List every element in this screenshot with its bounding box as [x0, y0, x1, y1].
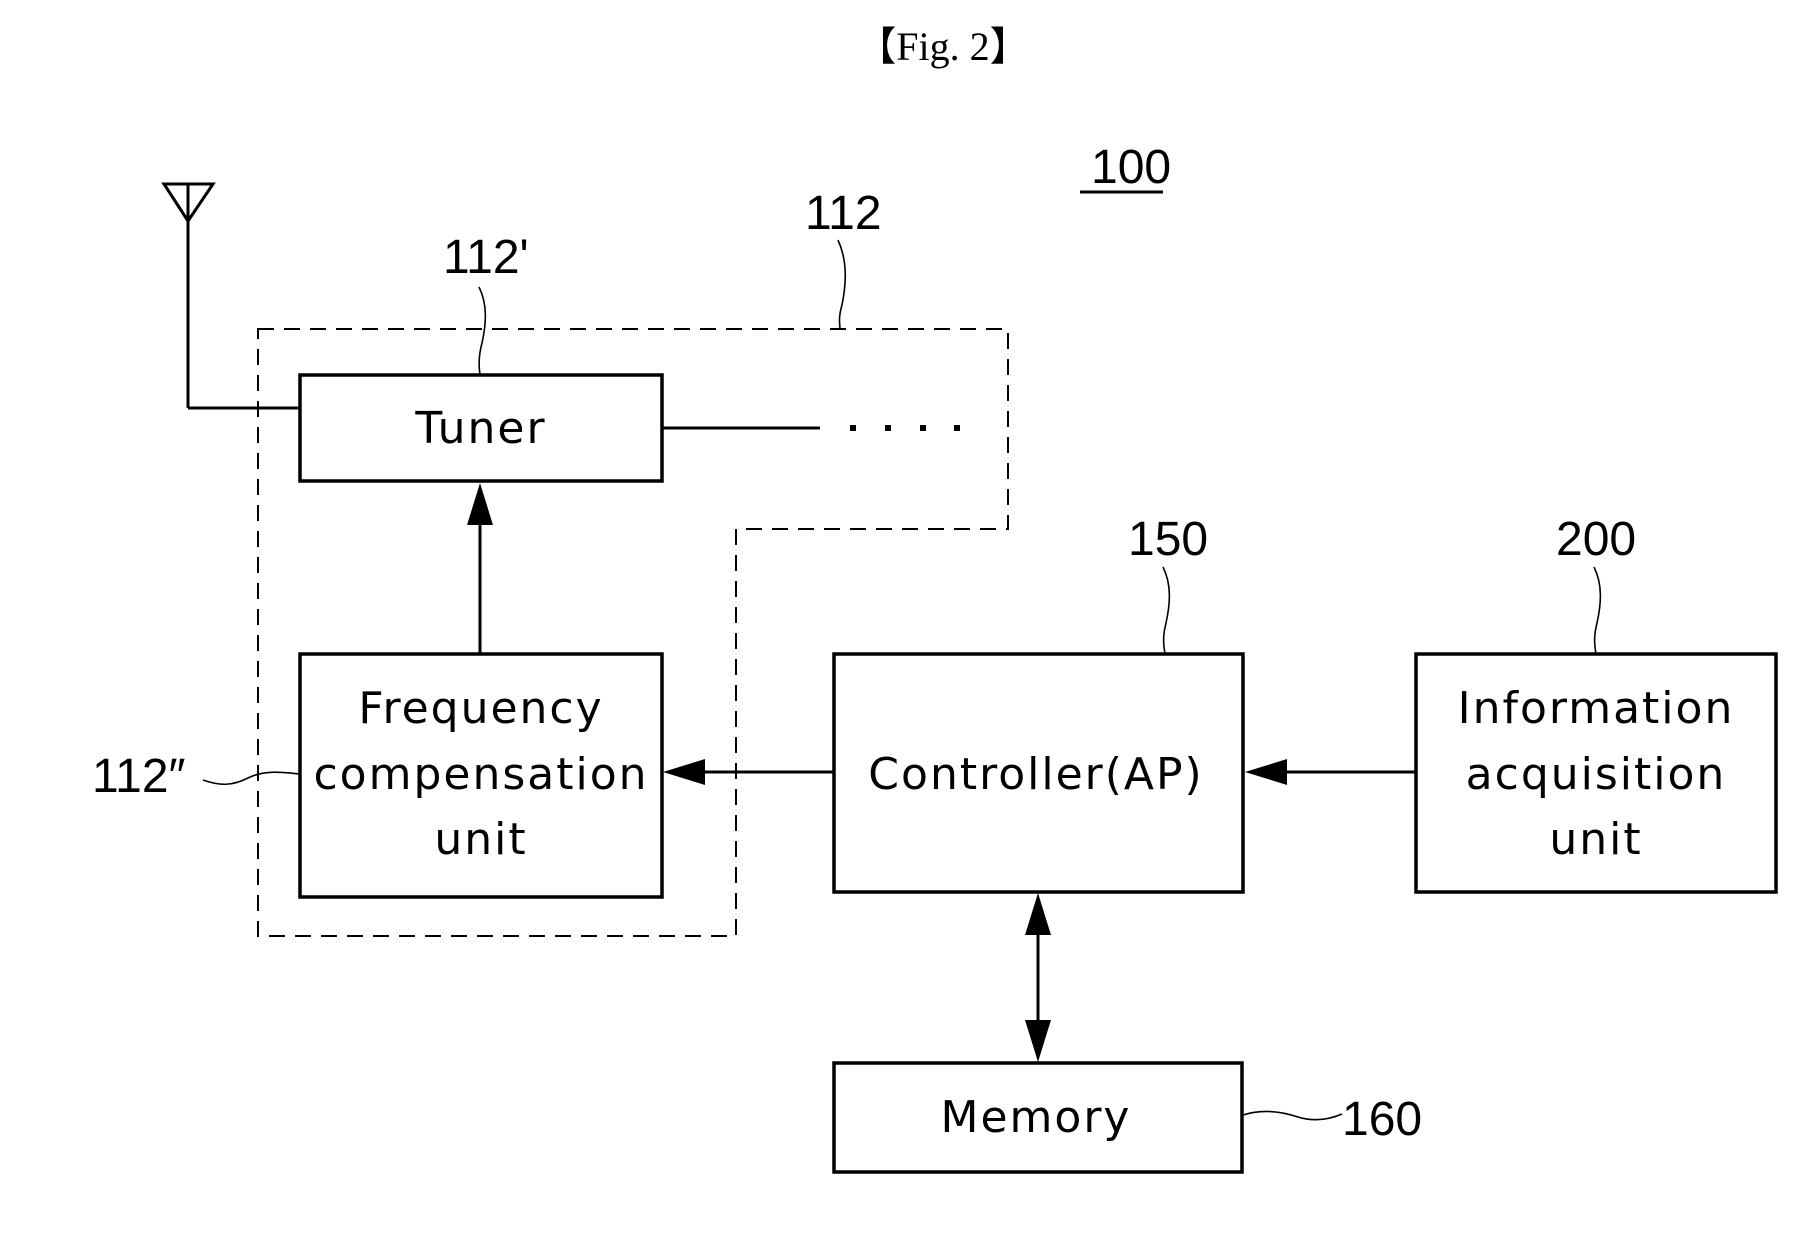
- tuner-block: Tuner: [298, 373, 664, 483]
- figure-title: 【Fig. 2】: [856, 24, 1029, 69]
- info-label-line2: acquisition: [1466, 749, 1727, 800]
- controller-block: Controller(AP): [832, 652, 1245, 894]
- memory-ref: 160: [1342, 1093, 1422, 1146]
- tuner-leader: [478, 286, 487, 376]
- frequency-compensation-block: Frequency compensation unit: [298, 652, 664, 899]
- block-diagram: 【Fig. 2】 100 112 Tuner 112' Frequency co…: [92, 24, 1778, 1174]
- info-leader: [1593, 566, 1602, 655]
- info-ref: 200: [1556, 513, 1636, 566]
- freq-label-line1: Frequency: [358, 683, 603, 734]
- freq-label-line3: unit: [434, 814, 527, 865]
- freq-ref: 112″: [92, 750, 186, 803]
- tuner-ref: 112': [443, 231, 529, 284]
- system-ref-label: 100: [1091, 141, 1171, 194]
- memory-leader: [1242, 1110, 1343, 1121]
- info-label-line3: unit: [1549, 814, 1642, 865]
- antenna-icon: [161, 182, 300, 410]
- controller-leader: [1162, 566, 1171, 655]
- arrow-controller-memory: [1025, 893, 1051, 1062]
- receiver-group-ref: 112: [805, 187, 882, 240]
- information-acquisition-block: Information acquisition unit: [1414, 652, 1778, 894]
- arrow-info-to-controller: [1245, 759, 1415, 785]
- controller-label: Controller(AP): [868, 749, 1203, 800]
- receiver-group-leader: [837, 239, 847, 330]
- freq-leader: [202, 771, 301, 786]
- info-label-line1: Information: [1458, 683, 1735, 734]
- arrow-freq-to-tuner: [467, 483, 493, 653]
- memory-label: Memory: [941, 1092, 1132, 1143]
- arrow-controller-to-freq: [663, 759, 833, 785]
- memory-block: Memory: [832, 1061, 1244, 1174]
- controller-ref: 150: [1128, 513, 1208, 566]
- ellipsis-icon: [850, 425, 960, 431]
- freq-label-line2: compensation: [313, 749, 648, 800]
- tuner-label: Tuner: [414, 403, 546, 454]
